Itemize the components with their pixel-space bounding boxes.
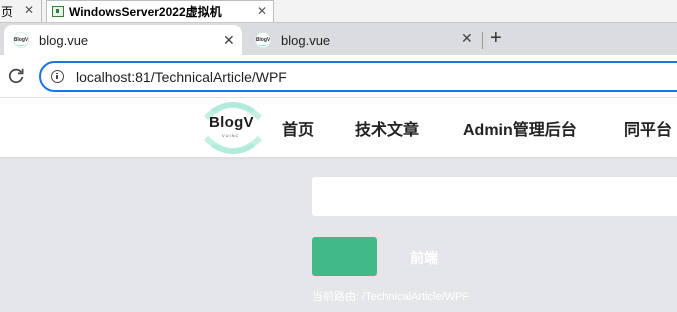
site-navbar: BlogV VUINC 首页 技术文章 Admin管理后台 同平台 [0, 98, 677, 157]
nav-tech-articles[interactable]: 技术文章 [355, 116, 419, 140]
vm-tab-previous[interactable]: 页 ✕ [0, 0, 42, 22]
vm-tab-strip: 页 ✕ WindowsServer2022虚拟机 ✕ [0, 0, 677, 23]
close-icon[interactable]: ✕ [24, 4, 34, 16]
browser-tab-strip: BlogV blog.vue ✕ BlogV blog.vue ✕ + [0, 23, 677, 55]
browser-toolbar: localhost:81/TechnicalArticle/WPF [0, 55, 677, 98]
vm-tab-active[interactable]: WindowsServer2022虚拟机 ✕ [46, 0, 274, 22]
vm-tab-previous-label: 页 [1, 4, 14, 19]
address-bar[interactable]: localhost:81/TechnicalArticle/WPF [39, 61, 677, 92]
tab-divider [482, 32, 483, 49]
close-icon[interactable]: ✕ [257, 5, 267, 17]
close-icon[interactable]: ✕ [461, 30, 473, 47]
browser-tab-inactive[interactable]: BlogV blog.vue ✕ [246, 25, 482, 55]
vm-tab-active-label: WindowsServer2022虚拟机 [69, 5, 222, 19]
tab-title: blog.vue [39, 32, 89, 48]
logo-title: BlogV [209, 114, 254, 131]
new-tab-icon[interactable]: + [490, 28, 502, 48]
favicon-icon: BlogV [13, 32, 29, 48]
search-input[interactable] [312, 177, 677, 216]
window-icon [52, 6, 64, 17]
info-icon[interactable] [51, 70, 64, 83]
tab-title: blog.vue [281, 32, 331, 48]
close-icon[interactable]: ✕ [223, 32, 235, 49]
frontend-link[interactable]: 前端 [410, 248, 438, 268]
address-url[interactable]: localhost:81/TechnicalArticle/WPF [76, 69, 287, 85]
browser-tab-active[interactable]: BlogV blog.vue ✕ [4, 25, 242, 55]
reload-icon[interactable] [7, 67, 25, 85]
primary-button[interactable] [312, 237, 377, 276]
logo-subtitle: VUINC [222, 133, 240, 138]
favicon-icon: BlogV [255, 32, 271, 48]
nav-home[interactable]: 首页 [282, 116, 314, 140]
current-route-text: 当前路由: /TechnicalArticle/WPF [312, 291, 470, 303]
nav-admin[interactable]: Admin管理后台 [463, 116, 577, 140]
nav-same-platform[interactable]: 同平台 [624, 116, 672, 140]
